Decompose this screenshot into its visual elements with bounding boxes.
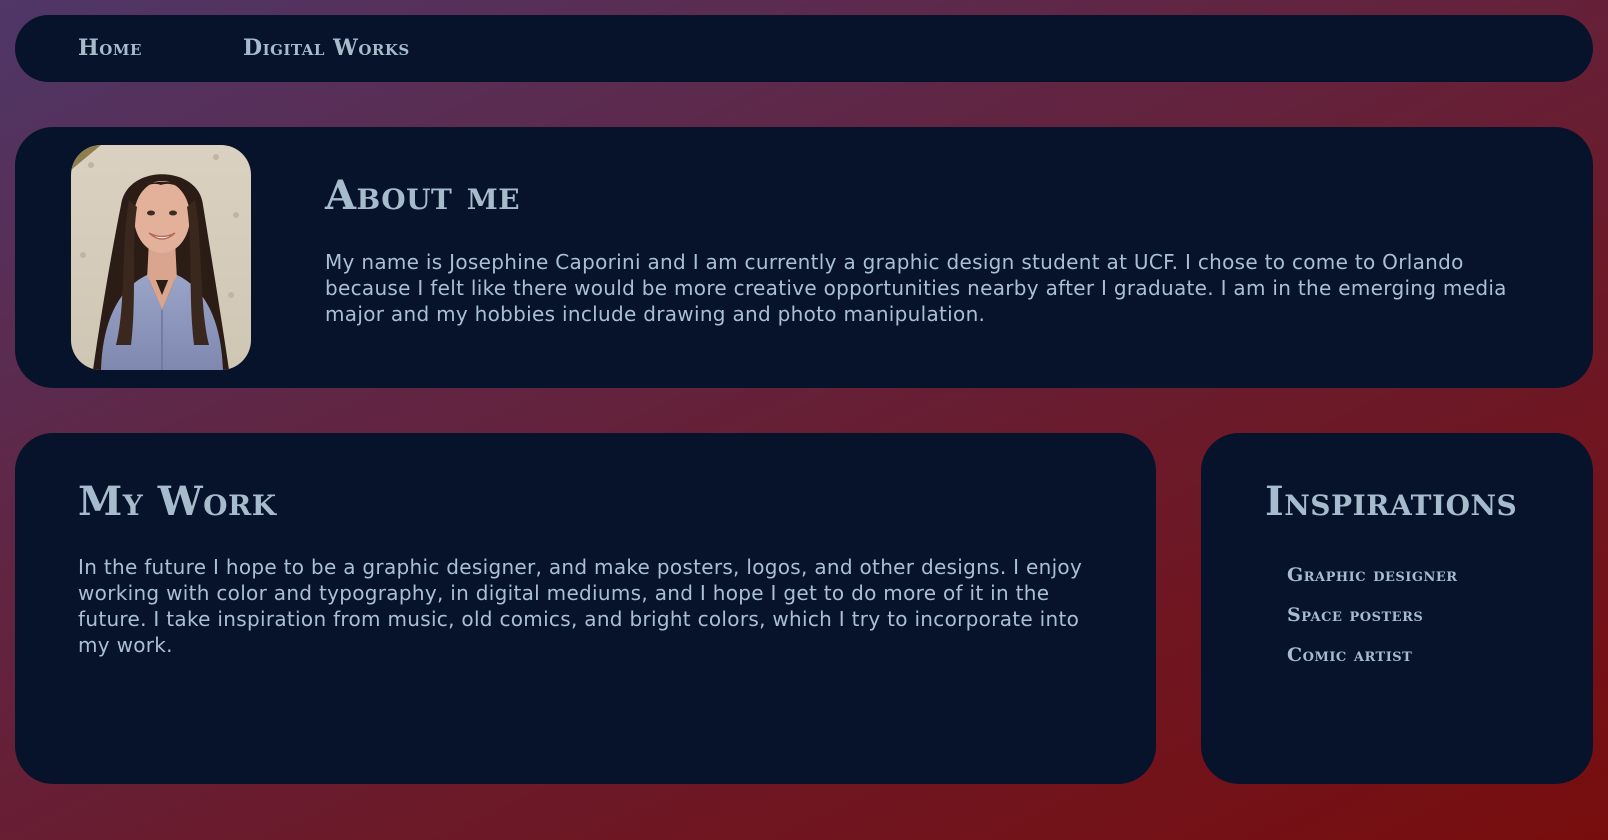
my-work-heading: My Work xyxy=(78,478,277,525)
about-paragraph: My name is Josephine Caporini and I am c… xyxy=(325,250,1507,326)
inspirations-section: Inspirations Graphic designer Space post… xyxy=(1201,433,1593,784)
inspiration-item: Comic artist xyxy=(1287,644,1413,666)
inspirations-list: Graphic designer Space posters Comic art… xyxy=(1287,563,1458,683)
inspiration-item: Space posters xyxy=(1287,604,1424,626)
about-section: About me My name is Josephine Caporini a… xyxy=(15,127,1593,388)
about-heading: About me xyxy=(325,172,521,219)
my-work-section: My Work In the future I hope to be a gra… xyxy=(15,433,1156,784)
profile-photo xyxy=(71,145,251,370)
nav-link-digital-works[interactable]: Digital Works xyxy=(243,35,410,61)
inspiration-item: Graphic designer xyxy=(1287,564,1458,586)
my-work-paragraph: In the future I hope to be a graphic des… xyxy=(78,555,1083,657)
top-nav: Home Digital Works xyxy=(15,15,1593,82)
nav-link-home[interactable]: Home xyxy=(78,35,142,61)
inspirations-heading: Inspirations xyxy=(1265,478,1518,525)
